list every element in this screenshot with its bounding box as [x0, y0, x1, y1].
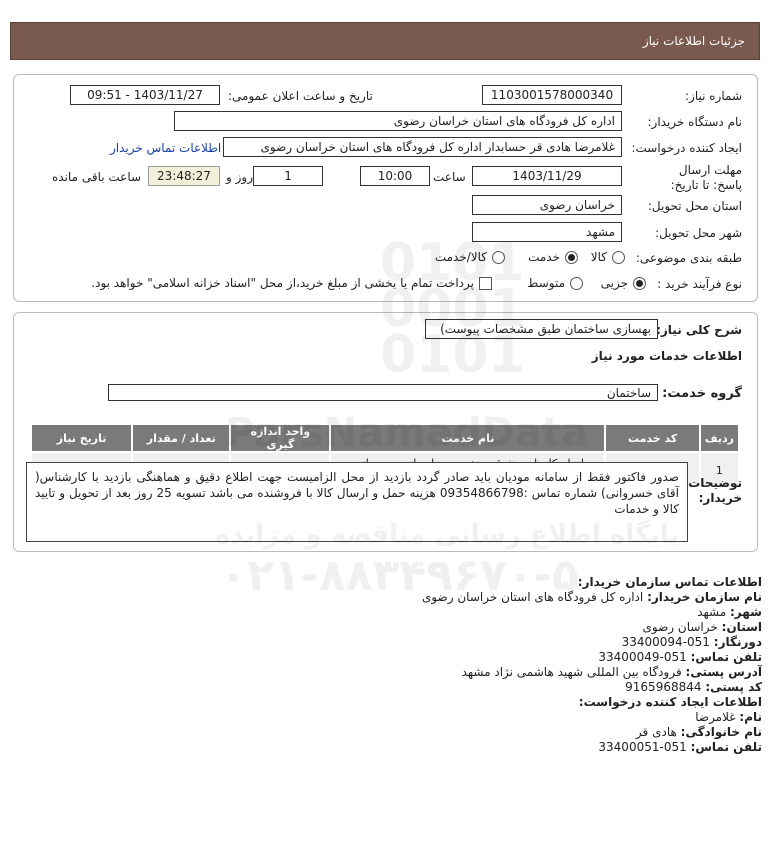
- radio-icon: [612, 250, 625, 264]
- details-panel: [13, 74, 758, 302]
- category-label: طبقه بندی موضوعی:: [635, 251, 742, 265]
- process-option-minor[interactable]: جزیی: [601, 276, 646, 290]
- radio-icon: [492, 250, 505, 264]
- checkbox-icon: [479, 276, 492, 290]
- contact-info-link[interactable]: اطلاعات تماس خریدار: [110, 141, 221, 155]
- radio-selected-icon: [565, 250, 578, 264]
- service-group-field[interactable]: ساختمان: [108, 384, 658, 401]
- contact-org: اداره کل فرودگاه های استان خراسان رضوی: [421, 590, 644, 604]
- contact-phone: 051-33400049: [598, 650, 687, 664]
- city-field[interactable]: مشهد: [472, 222, 622, 242]
- contact-info-section: اطلاعات تماس سازمان خریدار: نام سازمان خ…: [421, 575, 762, 754]
- remaining-label: ساعت باقی مانده: [52, 170, 142, 184]
- province-field[interactable]: خراسان رضوی: [472, 195, 622, 215]
- col-service-name: نام خدمت: [331, 425, 605, 451]
- contact-postal-code: 9165968844: [625, 680, 702, 694]
- contact-title: اطلاعات تماس سازمان خریدار:: [577, 575, 762, 589]
- contact-city: مشهد: [697, 605, 727, 619]
- creator-phone: 051-33400051: [598, 740, 687, 754]
- col-need-date: تاریخ نیاز: [32, 425, 132, 451]
- table-header-row: ردیف کد خدمت نام خدمت واحد اندازه گیری ت…: [32, 425, 738, 451]
- radio-selected-icon: [633, 276, 646, 290]
- col-unit: واحد اندازه گیری: [231, 425, 330, 451]
- col-quantity: تعداد / مقدار: [133, 425, 230, 451]
- announce-field[interactable]: 1403/11/27 - 09:51: [70, 85, 220, 105]
- days-field[interactable]: 1: [253, 166, 323, 186]
- page-header: جزئیات اطلاعات نیاز: [10, 22, 760, 60]
- deadline-date-field[interactable]: 1403/11/29: [472, 166, 622, 186]
- radio-icon: [570, 276, 583, 290]
- creator-label: ایجاد کننده درخواست:: [631, 141, 742, 155]
- services-heading: اطلاعات خدمات مورد نیاز: [591, 349, 742, 363]
- creator-family: هادی قر: [635, 725, 677, 739]
- notes-label: توضیحات خریدار:: [688, 476, 742, 505]
- page-title: جزئیات اطلاعات نیاز: [642, 34, 745, 48]
- city-label: شهر محل تحویل:: [655, 226, 742, 240]
- service-group-label: گروه خدمت:: [662, 386, 742, 401]
- creator-field[interactable]: غلامرضا هادی قر حسابدار اداره کل فرودگاه…: [223, 137, 622, 157]
- contact-province: خراسان رضوی: [642, 620, 718, 634]
- buyer-org-field[interactable]: اداره کل فرودگاه های استان خراسان رضوی: [174, 111, 622, 131]
- process-option-medium[interactable]: متوسط: [527, 276, 583, 290]
- col-service-code: کد خدمت: [606, 425, 699, 451]
- contact-address: فرودگاه بین المللی شهید هاشمی نژاد مشهد: [461, 665, 682, 679]
- summary-field[interactable]: بهسازی ساختمان طبق مشخصات پیوست): [425, 319, 658, 339]
- buyer-org-label: نام دستگاه خریدار:: [647, 115, 743, 129]
- category-option-service[interactable]: خدمت: [528, 250, 578, 264]
- deadline-time-field[interactable]: 10:00: [360, 166, 430, 186]
- announce-label: تاریخ و ساعت اعلان عمومی:: [228, 89, 373, 103]
- creator-name: غلامرضا: [695, 710, 736, 724]
- buyer-notes: صدور فاکتور فقط از سامانه مودیان باید صا…: [26, 462, 688, 542]
- days-label: روز و: [226, 170, 253, 184]
- need-number-label: شماره نیاز:: [685, 89, 742, 103]
- deadline-time-label: ساعت: [433, 170, 466, 184]
- contact-fax: 051-33400094: [621, 635, 710, 649]
- remaining-time: 23:48:27: [148, 166, 220, 186]
- treasury-payment-option[interactable]: پرداخت تمام یا بخشی از مبلغ خرید،از محل …: [91, 276, 492, 290]
- province-label: استان محل تحویل:: [647, 199, 742, 213]
- creator-title: اطلاعات ایجاد کننده درخواست:: [578, 695, 762, 709]
- need-number-field[interactable]: 1103001578000340: [482, 85, 622, 105]
- summary-label: شرح کلی نیاز:: [656, 323, 742, 337]
- category-option-goods-service[interactable]: کالا/خدمت: [435, 250, 505, 264]
- col-row: ردیف: [700, 425, 738, 451]
- deadline-label: مهلت ارسال پاسخ: تا تاریخ:: [670, 163, 742, 192]
- process-label: نوع فرآیند خرید :: [657, 277, 742, 291]
- category-option-goods[interactable]: کالا: [591, 250, 625, 264]
